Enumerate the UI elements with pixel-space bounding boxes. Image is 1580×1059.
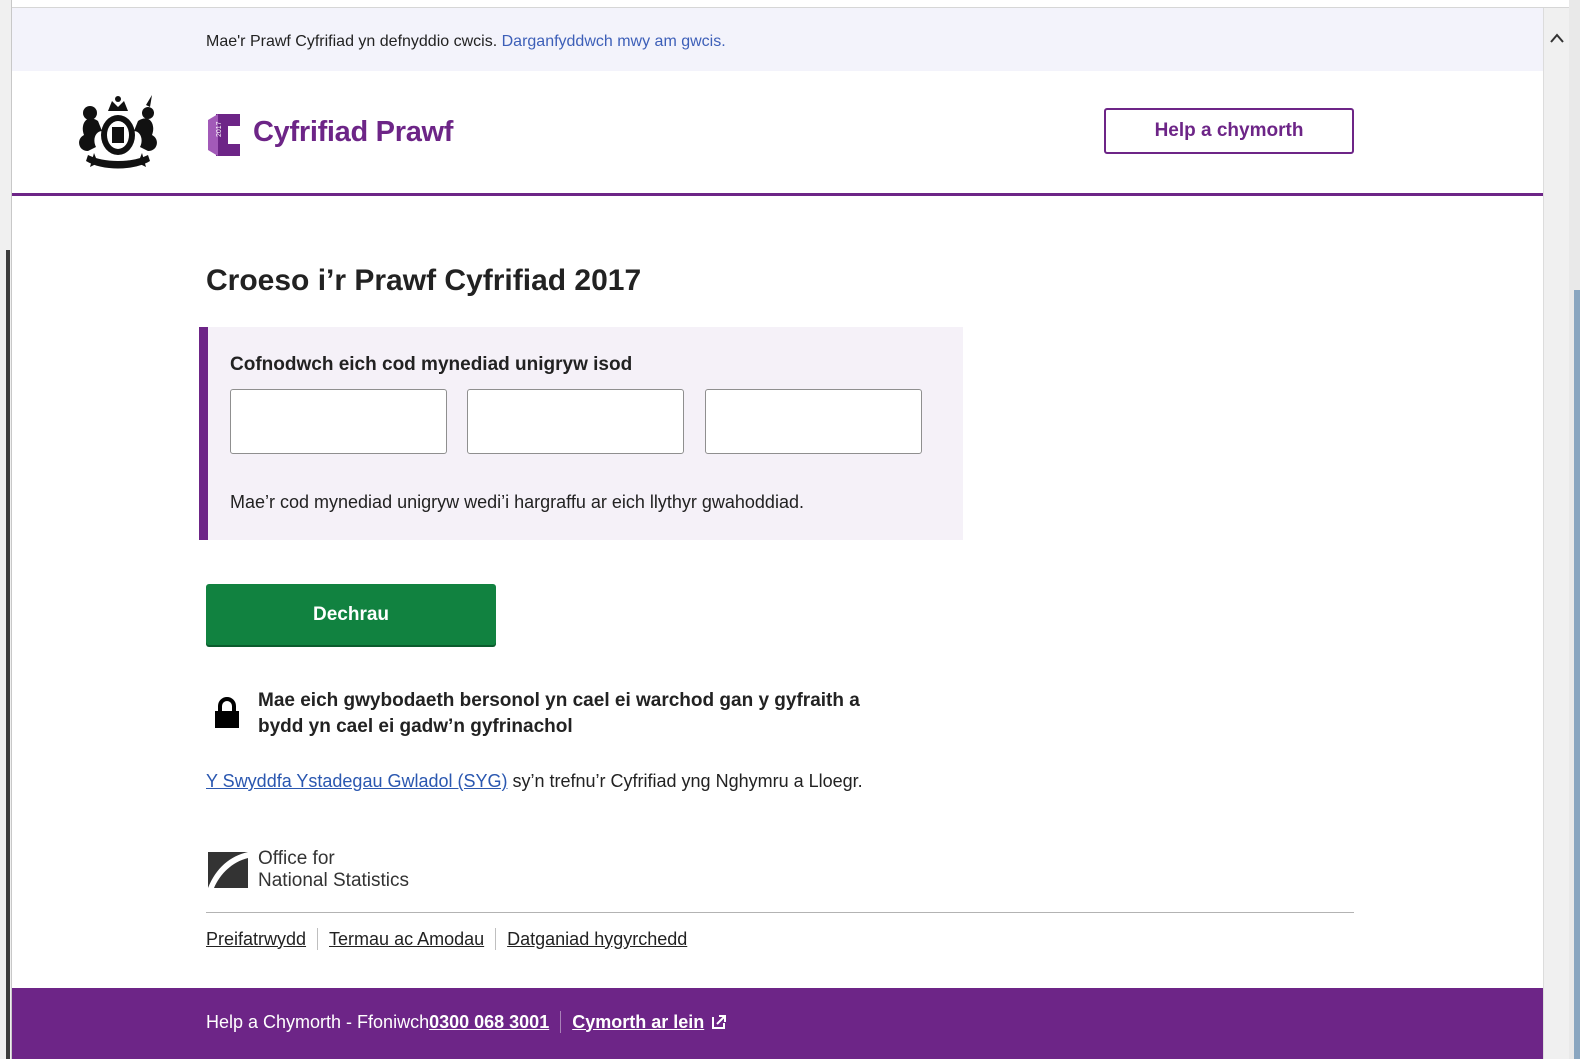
access-code-panel: Cofnodwch eich cod mynediad unigryw isod… bbox=[199, 327, 963, 540]
access-code-input-2[interactable] bbox=[467, 389, 684, 454]
external-link-icon bbox=[712, 1015, 727, 1029]
footer-links: Preifatrwydd Termau ac Amodau Datganiad … bbox=[206, 928, 687, 950]
footer-separator bbox=[317, 928, 319, 950]
ons-logo-line-2: National Statistics bbox=[258, 870, 410, 891]
vertical-scrollbar[interactable] bbox=[1543, 8, 1569, 1059]
window-top-border bbox=[0, 0, 1580, 8]
privacy-line-1: Mae eich gwybodaeth bersonol yn cael ei … bbox=[258, 690, 860, 711]
ons-logo-text: Office for National Statistics bbox=[258, 848, 409, 892]
privacy-line-2: bydd yn cael ei gadw’n gyfrinachol bbox=[258, 716, 573, 737]
help-footer-text: Help a Chymorth - Ffoniwch bbox=[206, 1011, 430, 1032]
ons-logo-icon bbox=[208, 852, 248, 888]
ons-statement: Y Swyddfa Ystadegau Gwladol (SYG) sy’n t… bbox=[206, 771, 863, 792]
footer-separator bbox=[495, 928, 497, 950]
footer-divider bbox=[206, 912, 1354, 913]
footer-link-accessibility[interactable]: Datganiad hygyrchedd bbox=[507, 929, 687, 950]
ons-link[interactable]: Y Swyddfa Ystadegau Gwladol (SYG) bbox=[206, 771, 508, 791]
census-logo-icon: 2017 bbox=[208, 114, 240, 156]
page-title: Croeso i’r Prawf Cyfrifiad 2017 bbox=[206, 264, 642, 297]
privacy-statement: Mae eich gwybodaeth bersonol yn cael ei … bbox=[258, 688, 958, 740]
help-footer-separator bbox=[560, 1011, 562, 1033]
lock-icon bbox=[215, 697, 239, 728]
window-left-border bbox=[0, 0, 12, 1059]
site-header: 2017 Cyfrifiad Prawf Help a chymorth bbox=[12, 71, 1543, 196]
cookie-text: Mae'r Prawf Cyfrifiad yn defnyddio cwcis… bbox=[206, 33, 498, 50]
royal-coat-of-arms-icon bbox=[79, 95, 157, 169]
access-code-input-1[interactable] bbox=[230, 389, 447, 454]
site-logo-text[interactable]: Cyfrifiad Prawf bbox=[253, 116, 453, 149]
cookie-info-link[interactable]: Darganfyddwch mwy am gwcis. bbox=[502, 33, 726, 50]
footer-link-privacy[interactable]: Preifatrwydd bbox=[206, 929, 306, 950]
scroll-up-arrow-icon[interactable] bbox=[1544, 26, 1570, 50]
ons-logo-line-1: Office for bbox=[258, 848, 335, 869]
logo-year: 2017 bbox=[216, 121, 223, 137]
cookie-banner: Mae'r Prawf Cyfrifiad yn defnyddio cwcis… bbox=[12, 8, 1543, 71]
help-button[interactable]: Help a chymorth bbox=[1104, 108, 1354, 154]
start-button[interactable]: Dechrau bbox=[206, 584, 496, 645]
page: Mae'r Prawf Cyfrifiad yn defnyddio cwcis… bbox=[12, 8, 1543, 1059]
help-footer-bar: Help a Chymorth - Ffoniwch 0300 068 3001… bbox=[12, 988, 1543, 1059]
window-right-border bbox=[1569, 0, 1580, 1059]
help-phone-link[interactable]: 0300 068 3001 bbox=[429, 1012, 549, 1033]
access-code-label: Cofnodwch eich cod mynediad unigryw isod bbox=[230, 354, 633, 375]
ons-statement-text: sy’n trefnu’r Cyfrifiad yng Nghymru a Ll… bbox=[507, 771, 863, 791]
footer-link-terms[interactable]: Termau ac Amodau bbox=[329, 929, 484, 950]
access-code-hint: Mae’r cod mynediad unigryw wedi’i hargra… bbox=[230, 492, 804, 512]
online-help-link[interactable]: Cymorth ar lein bbox=[572, 1012, 704, 1033]
access-code-input-3[interactable] bbox=[705, 389, 922, 454]
